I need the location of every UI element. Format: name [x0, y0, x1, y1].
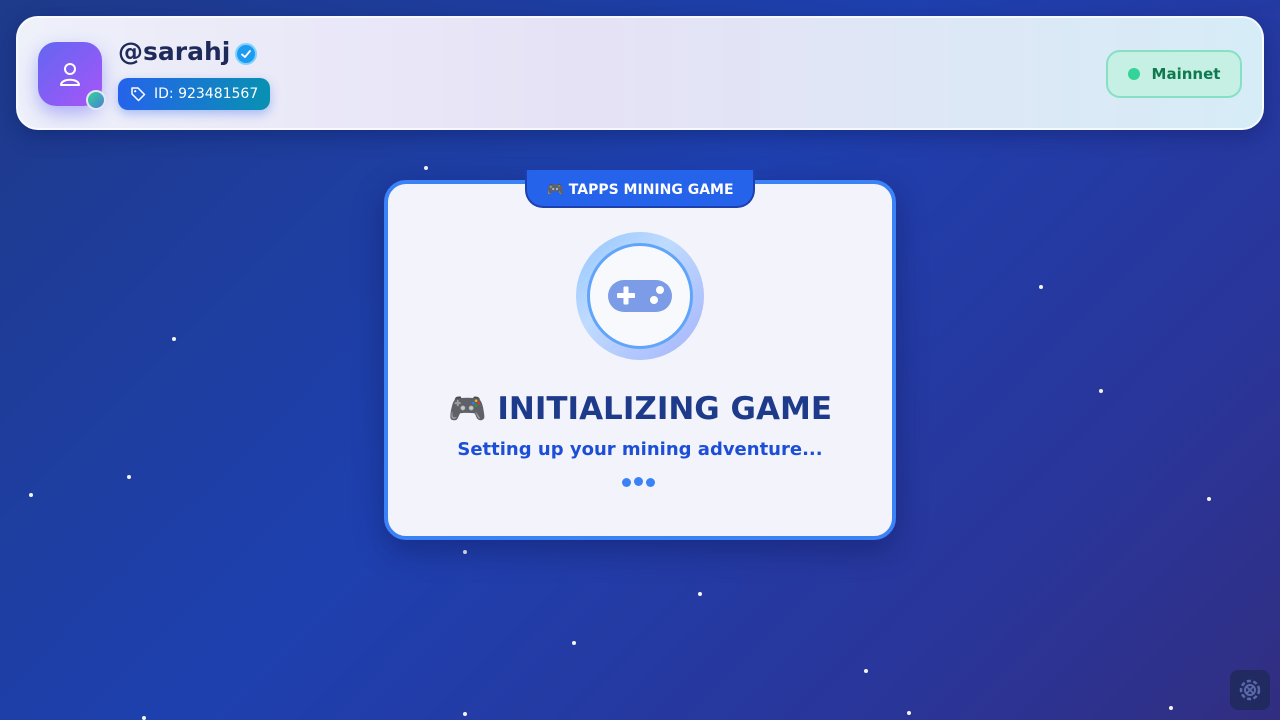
loading-dot [634, 477, 643, 486]
settings-gear-icon [1239, 679, 1261, 701]
network-status-button[interactable]: Mainnet [1106, 50, 1242, 98]
user-id-badge[interactable]: ID: 923481567 [118, 78, 271, 110]
check-badge-icon [235, 43, 257, 65]
star [572, 641, 576, 645]
profile-header: @sarahj ID: 923481567 Mainnet [16, 16, 1264, 130]
user-id-label: ID: 923481567 [154, 86, 259, 102]
star [142, 716, 146, 720]
star [698, 592, 702, 596]
network-status-dot [1127, 68, 1140, 80]
game-icon-container [587, 243, 693, 349]
loading-indicator [622, 477, 655, 487]
user-icon [60, 63, 80, 86]
username: @sarahj [118, 37, 231, 66]
star [1169, 706, 1173, 710]
loading-title: 🎮 INITIALIZING GAME [447, 391, 833, 427]
star [1099, 389, 1103, 393]
star [907, 711, 911, 715]
star [127, 475, 131, 479]
loading-subtitle: Setting up your mining adventure... [457, 439, 823, 460]
star [463, 550, 467, 554]
star [1207, 497, 1211, 501]
card-tag: 🎮 TAPPS MINING GAME [525, 170, 755, 208]
gamepad-icon [608, 280, 672, 312]
star [463, 712, 467, 716]
star [1039, 285, 1043, 289]
loading-dot [646, 478, 655, 487]
star [864, 669, 868, 673]
star [29, 493, 33, 497]
star [172, 337, 176, 341]
settings-button[interactable] [1230, 670, 1270, 710]
game-icon-ring [576, 232, 704, 360]
online-status-badge [86, 90, 106, 110]
star [424, 166, 428, 170]
loading-dot [622, 478, 631, 487]
network-label: Mainnet [1151, 65, 1221, 83]
tag-icon [131, 87, 146, 102]
